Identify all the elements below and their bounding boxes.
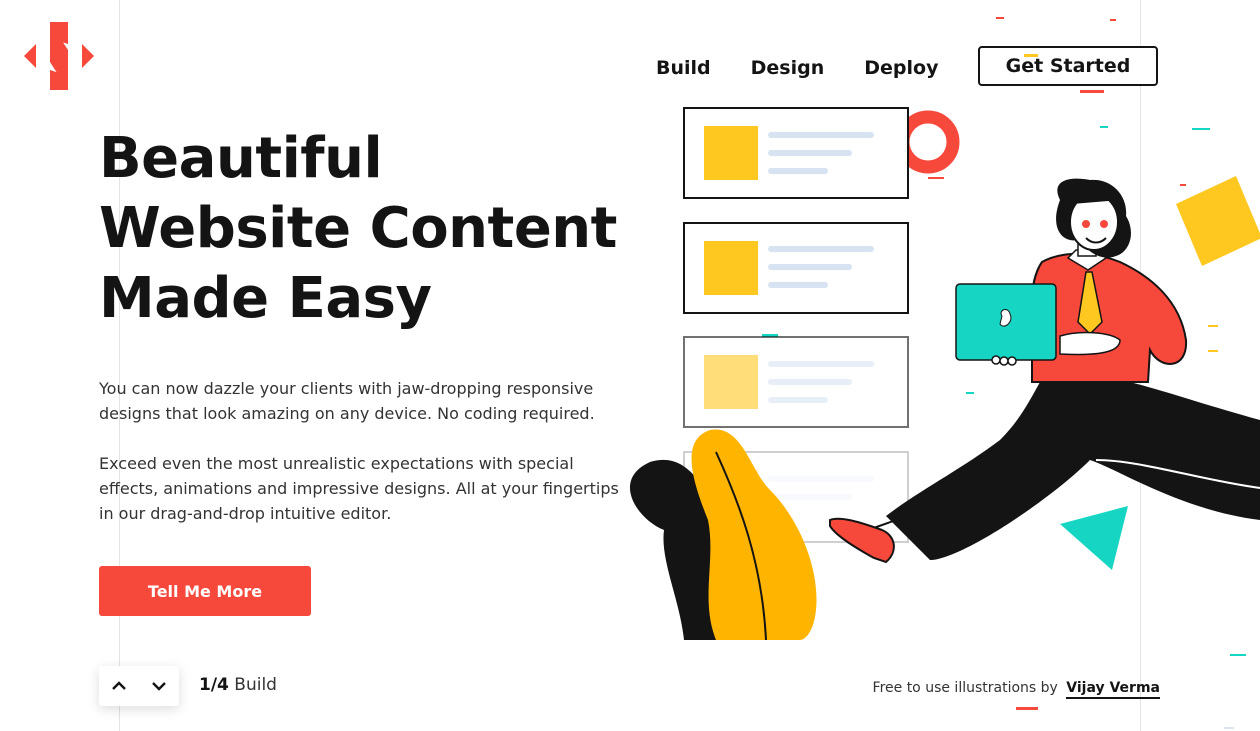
hero-title: Beautiful Website Content Made Easy — [99, 124, 659, 334]
hero-paragraph-2: Exceed even the most unrealistic expecta… — [99, 451, 639, 526]
hero-title-line1: Beautiful — [99, 124, 383, 194]
para-line: in our drag-and-drop intuitive editor. — [99, 504, 392, 523]
slide-pager — [99, 666, 179, 706]
n-logo-icon[interactable] — [22, 20, 96, 92]
hero-paragraph-1: You can now dazzle your clients with jaw… — [99, 376, 639, 426]
credit-author-link[interactable]: Vijay Verma — [1066, 680, 1160, 699]
tell-me-more-button[interactable]: Tell Me More — [99, 566, 311, 616]
hero-title-line3: Made Easy — [99, 266, 432, 331]
para-line: effects, animations and impressive desig… — [99, 479, 619, 498]
illustration-credit: Free to use illustrations by Vijay Verma — [872, 680, 1160, 699]
divider-line — [119, 0, 120, 731]
para-line: designs that look amazing on any device.… — [99, 404, 595, 423]
slide-section: Build — [234, 675, 277, 695]
slide-indicator: 1/4 Build — [199, 675, 277, 695]
slide-current: 1/4 — [199, 675, 229, 695]
landing-page: Build Design Deploy Get Started Beautifu… — [0, 0, 1260, 731]
hero-title-line2: Website Content — [99, 196, 617, 261]
hero-illustration — [629, 17, 1260, 729]
chevron-down-icon[interactable] — [144, 671, 174, 701]
credit-text: Free to use illustrations by — [872, 680, 1058, 696]
chevron-up-icon[interactable] — [104, 671, 134, 701]
para-line: You can now dazzle your clients with jaw… — [99, 379, 594, 398]
para-line: Exceed even the most unrealistic expecta… — [99, 454, 574, 473]
